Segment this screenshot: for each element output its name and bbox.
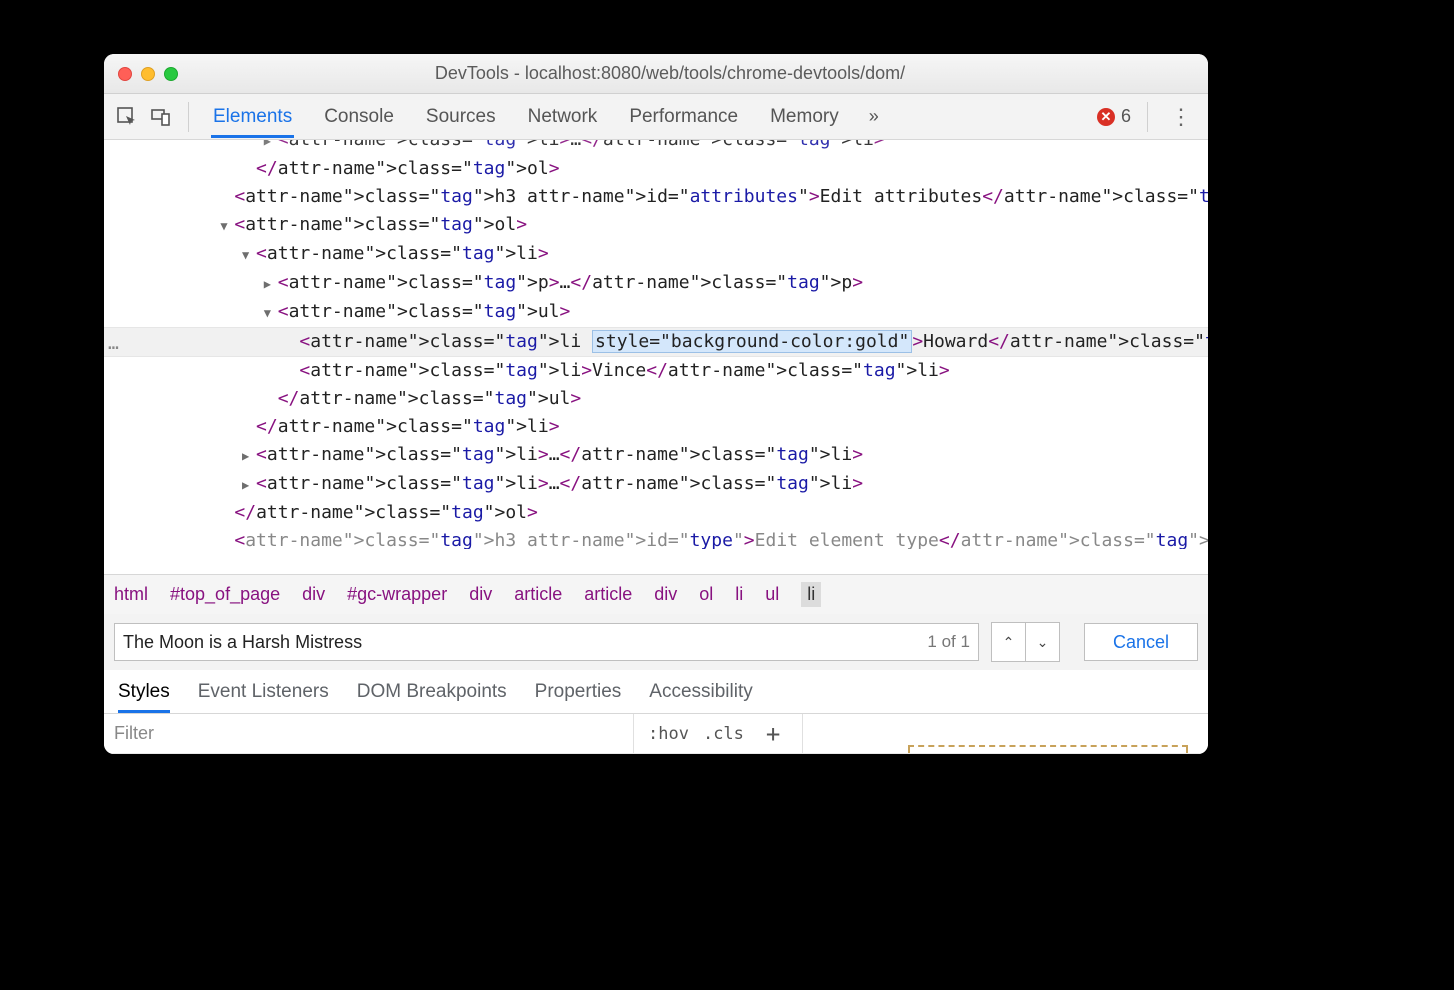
tab-sources[interactable]: Sources bbox=[424, 96, 498, 138]
subtab-accessibility[interactable]: Accessibility bbox=[649, 681, 752, 713]
dom-node[interactable]: ▶<attr-name">class="tag">li>…</attr-name… bbox=[104, 470, 1208, 499]
dom-node[interactable]: ▶<attr-name">class="tag">p>…</attr-name"… bbox=[104, 269, 1208, 298]
error-icon: ✕ bbox=[1097, 108, 1115, 126]
subtab-dom-breakpoints[interactable]: DOM Breakpoints bbox=[357, 681, 507, 713]
tab-performance[interactable]: Performance bbox=[627, 96, 740, 138]
tab-memory[interactable]: Memory bbox=[768, 96, 841, 138]
dom-node[interactable]: </attr-name">class="tag">li> bbox=[104, 413, 1208, 441]
titlebar: DevTools - localhost:8080/web/tools/chro… bbox=[104, 54, 1208, 94]
dom-node[interactable]: </attr-name">class="tag">ul> bbox=[104, 385, 1208, 413]
breadcrumb-item[interactable]: div bbox=[469, 584, 492, 605]
styles-filter-input[interactable]: Filter bbox=[104, 714, 634, 753]
ellipsis-icon[interactable]: … bbox=[108, 330, 120, 358]
tab-console[interactable]: Console bbox=[322, 96, 396, 138]
expand-icon[interactable]: ▶ bbox=[264, 270, 278, 298]
search-prev-icon[interactable]: ⌃ bbox=[991, 623, 1025, 661]
zoom-icon[interactable] bbox=[164, 67, 178, 81]
cancel-button[interactable]: Cancel bbox=[1084, 623, 1198, 661]
dom-node[interactable]: ▼<attr-name">class="tag">li> bbox=[104, 240, 1208, 269]
more-menu-icon[interactable]: ⋮ bbox=[1164, 104, 1198, 130]
tabs-overflow-icon[interactable]: » bbox=[869, 106, 879, 127]
breadcrumb-item[interactable]: div bbox=[654, 584, 677, 605]
expand-icon[interactable]: ▶ bbox=[264, 140, 278, 155]
attribute-edit-input[interactable]: style="background-color:gold" bbox=[592, 330, 912, 353]
box-model-margin-icon bbox=[908, 745, 1188, 753]
breadcrumb-item[interactable]: ul bbox=[765, 584, 779, 605]
dom-node[interactable]: ▼<attr-name">class="tag">ul> bbox=[104, 298, 1208, 327]
subtab-styles[interactable]: Styles bbox=[118, 681, 170, 713]
traffic-lights bbox=[118, 67, 178, 81]
close-icon[interactable] bbox=[118, 67, 132, 81]
error-count: 6 bbox=[1121, 106, 1131, 127]
subtab-event-listeners[interactable]: Event Listeners bbox=[198, 681, 329, 713]
filter-placeholder: Filter bbox=[114, 723, 154, 744]
breadcrumb-item[interactable]: article bbox=[514, 584, 562, 605]
breadcrumb-item[interactable]: #top_of_page bbox=[170, 584, 280, 605]
collapse-icon[interactable]: ▼ bbox=[220, 212, 234, 240]
separator bbox=[188, 102, 189, 132]
breadcrumb-item[interactable]: div bbox=[302, 584, 325, 605]
breadcrumb-item[interactable]: li bbox=[801, 582, 821, 607]
search-next-icon[interactable]: ⌄ bbox=[1025, 623, 1059, 661]
dom-node[interactable]: </attr-name">class="tag">ol> bbox=[104, 499, 1208, 527]
dom-node[interactable]: <attr-name">class="tag">li>Vince</attr-n… bbox=[104, 357, 1208, 385]
search-nav: ⌃ ⌄ bbox=[991, 622, 1060, 662]
search-match-count: 1 of 1 bbox=[919, 632, 970, 652]
tab-network[interactable]: Network bbox=[526, 96, 600, 138]
breadcrumb-item[interactable]: li bbox=[735, 584, 743, 605]
device-toggle-icon[interactable] bbox=[148, 104, 174, 130]
dom-node[interactable]: <attr-name">class="tag">h3 attr-name">id… bbox=[104, 527, 1208, 549]
search-input[interactable]: The Moon is a Harsh Mistress 1 of 1 bbox=[114, 623, 979, 661]
dom-node[interactable]: <attr-name">class="tag">h3 attr-name">id… bbox=[104, 183, 1208, 211]
new-style-rule-icon[interactable]: + bbox=[758, 720, 788, 748]
breadcrumb-item[interactable]: #gc-wrapper bbox=[347, 584, 447, 605]
tab-elements[interactable]: Elements bbox=[211, 96, 294, 138]
cls-toggle[interactable]: .cls bbox=[703, 724, 744, 744]
dom-tree[interactable]: ▶<attr-name">class="tag">li>…</attr-name… bbox=[104, 140, 1208, 574]
devtools-window: DevTools - localhost:8080/web/tools/chro… bbox=[104, 54, 1208, 754]
inspect-icon[interactable] bbox=[114, 104, 140, 130]
separator bbox=[1147, 102, 1148, 132]
breadcrumb-item[interactable]: html bbox=[114, 584, 148, 605]
breadcrumb-item[interactable]: article bbox=[584, 584, 632, 605]
collapse-icon[interactable]: ▼ bbox=[264, 299, 278, 327]
expand-icon[interactable]: ▶ bbox=[242, 471, 256, 499]
minimize-icon[interactable] bbox=[141, 67, 155, 81]
dom-node[interactable]: ▶<attr-name">class="tag">li>…</attr-name… bbox=[104, 140, 1208, 155]
dom-node[interactable]: ▼<attr-name">class="tag">ol> bbox=[104, 211, 1208, 240]
dom-node[interactable]: ▶<attr-name">class="tag">li>…</attr-name… bbox=[104, 441, 1208, 470]
panel-tabs: Elements Console Sources Network Perform… bbox=[211, 96, 879, 138]
dom-node[interactable]: </attr-name">class="tag">ol> bbox=[104, 155, 1208, 183]
dom-node-selected[interactable]: … <attr-name">class="tag">li style="back… bbox=[104, 327, 1208, 357]
breadcrumb: html #top_of_page div #gc-wrapper div article… bbox=[104, 574, 1208, 614]
subtab-properties[interactable]: Properties bbox=[535, 681, 622, 713]
window-title: DevTools - localhost:8080/web/tools/chro… bbox=[196, 63, 1194, 84]
error-badge[interactable]: ✕ 6 bbox=[1097, 106, 1131, 127]
search-value: The Moon is a Harsh Mistress bbox=[123, 632, 919, 653]
expand-icon[interactable]: ▶ bbox=[242, 442, 256, 470]
breadcrumb-item[interactable]: ol bbox=[699, 584, 713, 605]
main-toolbar: Elements Console Sources Network Perform… bbox=[104, 94, 1208, 140]
collapse-icon[interactable]: ▼ bbox=[242, 241, 256, 269]
styles-toolbar: Filter :hov .cls + bbox=[104, 714, 1208, 754]
box-model-area bbox=[802, 714, 1208, 753]
search-bar: The Moon is a Harsh Mistress 1 of 1 ⌃ ⌄ … bbox=[104, 614, 1208, 670]
hov-toggle[interactable]: :hov bbox=[648, 724, 689, 744]
styles-subtabs: Styles Event Listeners DOM Breakpoints Prop… bbox=[104, 670, 1208, 714]
